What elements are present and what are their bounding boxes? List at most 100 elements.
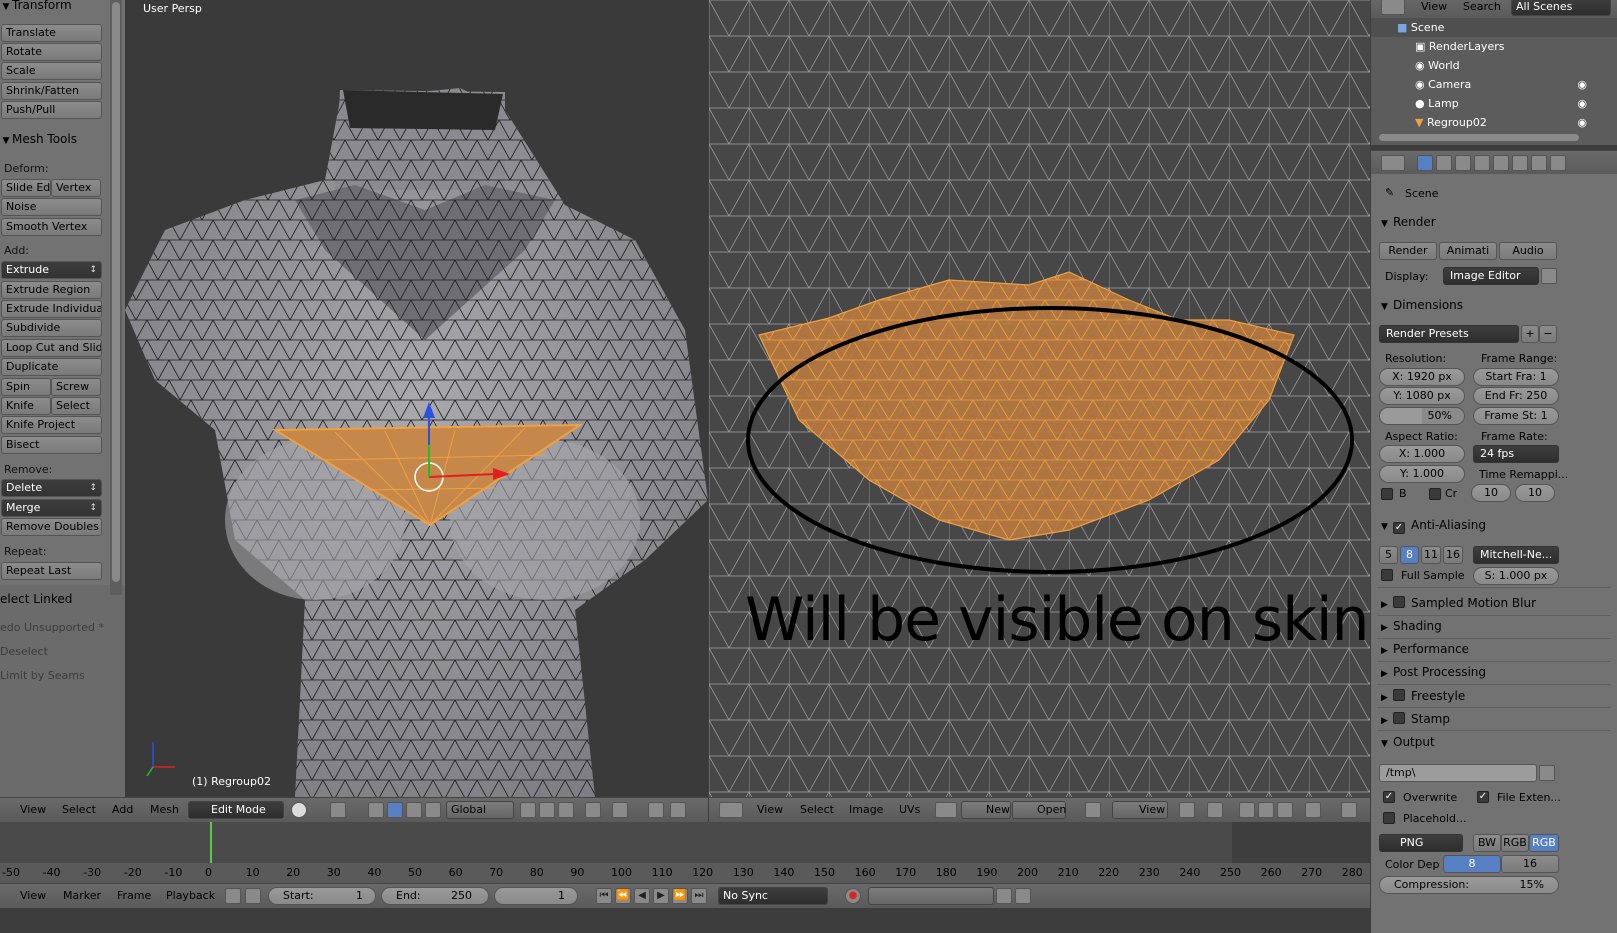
outliner-regroup02[interactable]: ▼ Regroup02 ◉ (1371, 113, 1617, 132)
deselect-option[interactable]: Deselect (0, 645, 48, 658)
start-frame-field[interactable]: Start Fra: 1 (1473, 368, 1559, 386)
transform-panel-header[interactable]: ▼ Transform (0, 0, 105, 15)
outliner-scene[interactable]: ■ Scene (1371, 18, 1617, 37)
3d-viewport[interactable]: User Persp (1) Regroup02 (125, 0, 708, 797)
subdivide-button[interactable]: Subdivide (1, 319, 102, 337)
scale-button[interactable]: Scale (1, 62, 102, 80)
render-view-icon[interactable] (1541, 268, 1557, 284)
keying-set-icon[interactable] (225, 888, 241, 904)
animation-button[interactable]: Animati (1439, 242, 1497, 260)
freestyle-checkbox[interactable] (1393, 689, 1405, 701)
outliner-lamp[interactable]: ● Lamp ◉ (1371, 94, 1617, 113)
play-reverse-icon[interactable]: ◀ (634, 888, 650, 904)
color-rgb-button[interactable]: RGB (1501, 834, 1529, 852)
menu-marker[interactable]: Marker (63, 889, 101, 902)
menu-frame[interactable]: Frame (117, 889, 151, 902)
bisect-button[interactable]: Bisect (1, 436, 102, 454)
translate-button[interactable]: Translate (1, 24, 102, 42)
menu-image[interactable]: Image (849, 803, 883, 816)
audio-button[interactable]: Audio (1499, 242, 1557, 260)
scrollbar-thumb[interactable] (112, 2, 120, 582)
anti-aliasing-checkbox[interactable]: ✓ (1393, 522, 1405, 534)
lock-icon[interactable] (245, 888, 261, 904)
display-dropdown[interactable]: Image Editor (1443, 267, 1539, 285)
edge-select-icon[interactable] (1258, 802, 1274, 818)
editor-type-icon[interactable] (1381, 155, 1405, 171)
resolution-x-field[interactable]: X: 1920 px (1379, 368, 1465, 386)
shading-panel-header[interactable]: ▶ Shading (1381, 619, 1442, 633)
remap-new-field[interactable]: 10 (1515, 484, 1555, 502)
pin-icon[interactable] (1085, 802, 1101, 818)
delete-dropdown[interactable]: Delete (1, 479, 102, 497)
duplicate-button[interactable]: Duplicate (1, 358, 102, 376)
color-rgba-button[interactable]: RGB (1529, 834, 1559, 852)
merge-dropdown[interactable]: Merge (1, 499, 102, 517)
limit-selection-icon[interactable] (585, 802, 601, 818)
extrude-region-button[interactable]: Extrude Region (1, 281, 102, 299)
performance-panel-header[interactable]: ▶ Performance (1381, 642, 1469, 656)
visibility-eye-icon[interactable]: ◉ (1577, 94, 1587, 113)
vertex-slide-button[interactable]: Vertex (51, 179, 101, 197)
render-layers-tab-icon[interactable] (1436, 155, 1452, 171)
repeat-last-button[interactable]: Repeat Last (1, 562, 102, 580)
spin-button[interactable]: Spin (1, 378, 51, 396)
tool-shelf-scrollbar[interactable] (110, 0, 122, 595)
current-frame-field[interactable]: 1 (494, 887, 578, 905)
end-frame-field[interactable]: End Fr: 250 (1473, 387, 1559, 405)
push-pull-button[interactable]: Push/Pull (1, 101, 102, 119)
smooth-vertex-button[interactable]: Smooth Vertex (1, 218, 102, 236)
keying-set-field[interactable] (868, 887, 994, 905)
rotate-manip-icon[interactable] (406, 802, 422, 818)
pivot-icon[interactable] (1179, 802, 1195, 818)
knife-select-button[interactable]: Select (51, 397, 101, 415)
proportional-edit-icon[interactable] (612, 802, 628, 818)
manipulator-icon[interactable] (368, 802, 384, 818)
editor-type-icon[interactable] (1381, 0, 1405, 15)
next-keyframe-icon[interactable]: ⏩ (672, 888, 688, 904)
screw-button[interactable]: Screw (51, 378, 101, 396)
compression-slider[interactable]: Compression: 15% (1379, 876, 1559, 894)
rotate-button[interactable]: Rotate (1, 43, 102, 61)
menu-view[interactable]: View (20, 803, 46, 816)
mesh-tools-panel-header[interactable]: ▼ Mesh Tools (0, 129, 105, 149)
menu-add[interactable]: Add (112, 803, 133, 816)
record-icon[interactable]: ● (845, 888, 861, 904)
pivot-icon[interactable] (330, 802, 346, 818)
shrink-fatten-button[interactable]: Shrink/Fatten (1, 82, 102, 100)
mode-dropdown[interactable]: Edit Mode (188, 801, 284, 819)
menu-search[interactable]: Search (1463, 0, 1501, 13)
modifiers-tab-icon[interactable] (1531, 155, 1547, 171)
resolution-percentage-slider[interactable]: 50% (1379, 407, 1465, 425)
aa-samples-8[interactable]: 8 (1400, 546, 1419, 564)
image-browse-icon[interactable] (935, 802, 957, 818)
depth-16-button[interactable]: 16 (1501, 855, 1559, 873)
crop-checkbox[interactable] (1429, 488, 1441, 500)
render-button[interactable]: Render (1379, 242, 1437, 260)
jump-end-icon[interactable]: ⏭ (691, 888, 707, 904)
data-tab-icon[interactable] (1550, 155, 1566, 171)
frame-step-field[interactable]: Frame St: 1 (1473, 407, 1559, 425)
extrude-individual-button[interactable]: Extrude Individual (1, 300, 102, 318)
stamp-checkbox[interactable] (1393, 712, 1405, 724)
world-tab-icon[interactable] (1474, 155, 1490, 171)
snap-icon[interactable] (648, 802, 664, 818)
render-presets-dropdown[interactable]: Render Presets (1379, 325, 1519, 343)
folder-icon[interactable] (1539, 765, 1555, 781)
outliner-world[interactable]: ◉ World (1371, 56, 1617, 75)
aa-samples-16[interactable]: 16 (1443, 546, 1463, 564)
constraints-tab-icon[interactable] (1512, 155, 1528, 171)
snap-icon[interactable] (1341, 802, 1357, 818)
menu-view[interactable]: View (1421, 0, 1447, 13)
aspect-y-field[interactable]: Y: 1.000 (1379, 465, 1465, 483)
remove-preset-button[interactable]: − (1539, 325, 1557, 343)
output-panel-header[interactable]: ▼ Output (1381, 735, 1435, 749)
orientation-dropdown[interactable]: Global (446, 801, 514, 819)
scale-manip-icon[interactable] (425, 802, 441, 818)
delete-key-icon[interactable] (1015, 888, 1031, 904)
render-tab-icon[interactable] (1417, 155, 1433, 171)
outliner-camera[interactable]: ◉ Camera ◉ (1371, 75, 1617, 94)
new-image-button[interactable]: New (961, 801, 1011, 819)
pin-icon[interactable]: ✎ (1385, 186, 1394, 199)
start-frame-field[interactable]: Start: 1 (268, 887, 376, 905)
menu-view[interactable]: View (757, 803, 783, 816)
